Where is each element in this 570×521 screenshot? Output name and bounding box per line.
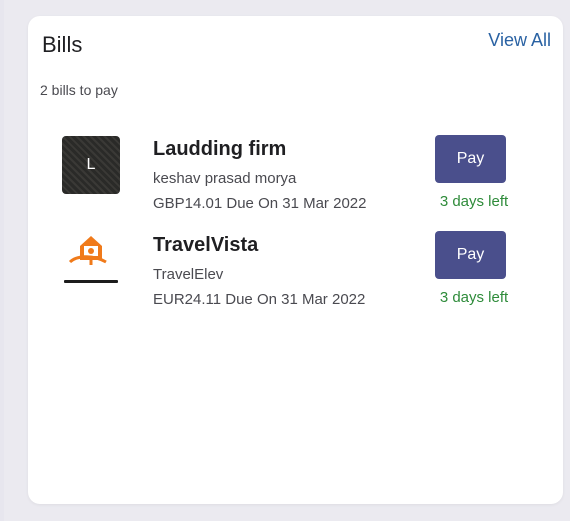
list-item: L Laudding firm keshav prasad morya GBP1… xyxy=(28,134,563,224)
biller-name: Laudding firm xyxy=(153,138,287,160)
bills-card: Bills View All 2 bills to pay L Laudding… xyxy=(28,16,563,504)
biller-name: TravelVista xyxy=(153,234,259,256)
pay-button[interactable]: Pay xyxy=(435,231,506,279)
list-item: TravelVista TravelElev EUR24.11 Due On 3… xyxy=(28,230,563,320)
card-title: Bills xyxy=(42,32,83,57)
payee-name: keshav prasad morya xyxy=(153,170,297,187)
pay-button[interactable]: Pay xyxy=(435,135,506,183)
bills-summary: 2 bills to pay xyxy=(40,82,118,98)
house-plug-icon xyxy=(62,232,120,290)
days-left-label: 3 days left xyxy=(439,193,509,210)
days-left-label: 3 days left xyxy=(439,289,509,306)
page-background: Bills View All 2 bills to pay L Laudding… xyxy=(4,0,570,521)
avatar-letter: L xyxy=(86,156,96,173)
payee-name: TravelElev xyxy=(153,266,224,283)
letter-avatar: L xyxy=(62,136,120,194)
due-info: EUR24.11 Due On 31 Mar 2022 xyxy=(153,291,366,308)
due-info: GBP14.01 Due On 31 Mar 2022 xyxy=(153,195,367,212)
view-all-link[interactable]: View All xyxy=(488,30,551,51)
